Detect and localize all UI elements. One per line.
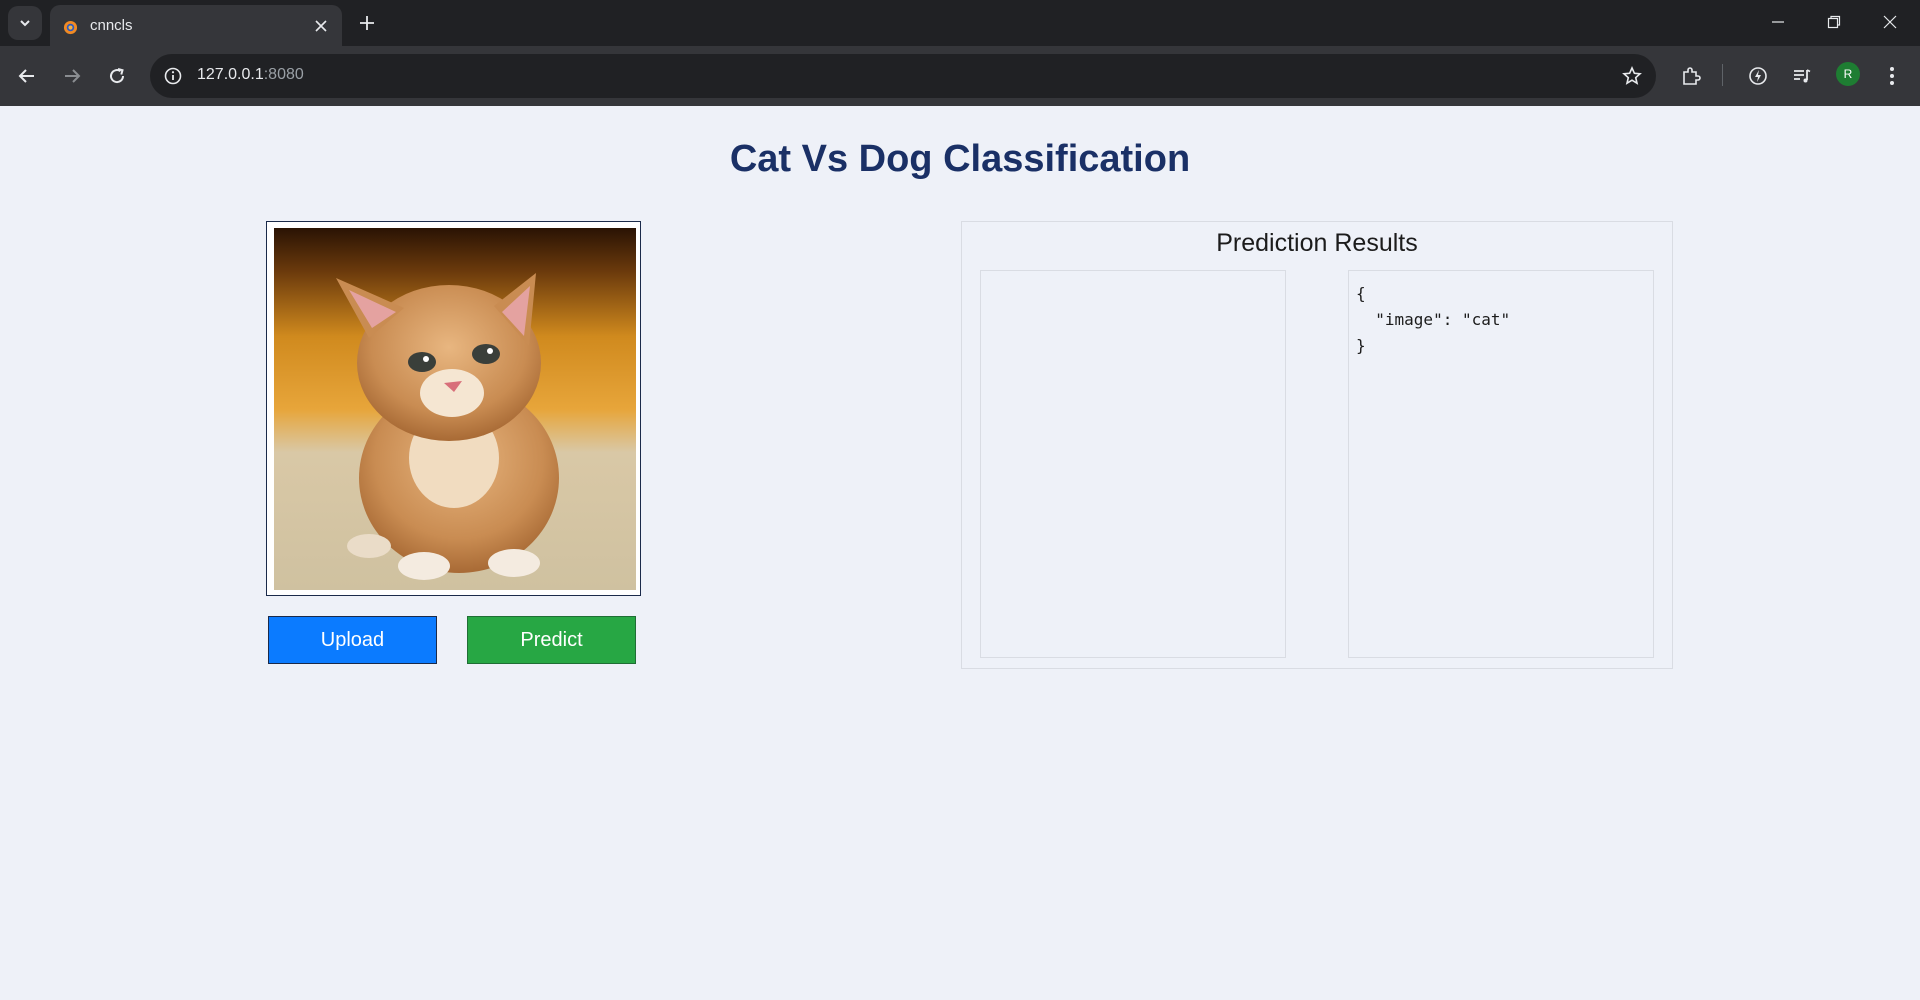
bookmark-button[interactable] — [1620, 64, 1644, 88]
page-title: Cat Vs Dog Classification — [729, 138, 1191, 180]
address-bar[interactable]: 127.0.0.1:8080 — [150, 54, 1656, 98]
minimize-icon — [1772, 21, 1784, 23]
prediction-json-output: { "image": "cat" } — [1356, 284, 1511, 355]
performance-button[interactable] — [1742, 60, 1774, 92]
media-controls-button[interactable] — [1786, 60, 1818, 92]
url-host: 127.0.0.1 — [197, 66, 264, 83]
forward-button[interactable] — [56, 60, 88, 92]
new-tab-button[interactable] — [355, 11, 379, 35]
restore-icon — [1827, 15, 1841, 29]
window-close-button[interactable] — [1862, 0, 1918, 44]
browser-menu-button[interactable] — [1876, 60, 1908, 92]
back-icon — [18, 69, 34, 83]
info-icon — [164, 67, 182, 85]
tab-list-button[interactable] — [8, 6, 42, 40]
tab-strip: cnncls — [0, 0, 1920, 46]
performance-icon — [1749, 67, 1767, 85]
extensions-icon — [1683, 67, 1701, 85]
page-content: Cat Vs Dog Classification Upload Predict… — [0, 106, 1920, 1000]
star-icon — [1622, 66, 1642, 85]
kitten-photo — [274, 228, 636, 590]
favicon-icon — [63, 20, 78, 35]
site-info-button[interactable] — [162, 65, 184, 87]
tab-list-icon — [20, 20, 30, 27]
profile-avatar[interactable]: R — [1836, 62, 1860, 86]
forward-icon — [65, 69, 81, 83]
url-text: 127.0.0.1:8080 — [197, 66, 304, 84]
upload-button[interactable]: Upload — [268, 616, 437, 664]
active-tab[interactable]: cnncls — [50, 5, 342, 46]
browser-toolbar: 127.0.0.1:8080 R — [0, 46, 1920, 106]
reload-icon — [110, 68, 125, 84]
url-port: :8080 — [263, 66, 304, 83]
prediction-results-box: Prediction Results { "image": "cat" } — [961, 221, 1673, 669]
extensions-button[interactable] — [1675, 60, 1707, 92]
result-json-panel: { "image": "cat" } — [1348, 270, 1654, 658]
close-icon — [315, 20, 327, 32]
window-close-icon — [1883, 15, 1897, 29]
results-title: Prediction Results — [1216, 229, 1418, 257]
toolbar-separator — [1722, 64, 1723, 86]
minimize-button[interactable] — [1750, 0, 1806, 44]
result-image-panel — [980, 270, 1286, 658]
image-preview-frame — [266, 221, 641, 596]
restore-button[interactable] — [1806, 0, 1862, 44]
predict-button[interactable]: Predict — [467, 616, 636, 664]
uploaded-image — [274, 228, 636, 590]
reload-button[interactable] — [101, 60, 133, 92]
plus-icon — [360, 16, 374, 30]
media-icon — [1794, 69, 1811, 83]
tab-title: cnncls — [90, 17, 133, 34]
tab-close-button[interactable] — [312, 17, 330, 35]
back-button[interactable] — [11, 60, 43, 92]
menu-icon — [1890, 67, 1894, 85]
